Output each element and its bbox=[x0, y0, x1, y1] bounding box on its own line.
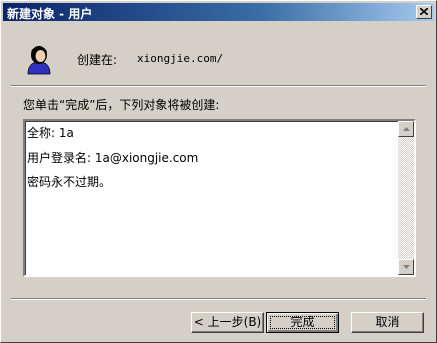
arrow-up-icon bbox=[403, 127, 410, 131]
user-icon bbox=[27, 46, 51, 75]
cancel-button-label: 取消 bbox=[375, 315, 400, 329]
scroll-up-button[interactable] bbox=[398, 121, 414, 137]
summary-textbox[interactable]: 全称: 1a 用户登录名: 1a@xiongjie.com 密码永不过期。 bbox=[23, 119, 416, 277]
title-bar[interactable]: 新建对象 - 用户 bbox=[3, 3, 434, 21]
close-icon bbox=[420, 8, 428, 15]
scroll-down-button[interactable] bbox=[398, 259, 414, 275]
new-object-user-dialog: 新建对象 - 用户 创建在: xiongjie.com/ 您单击“完成”后，下列… bbox=[0, 0, 437, 343]
create-in-path: xiongjie.com/ bbox=[137, 52, 224, 65]
arrow-down-icon bbox=[403, 265, 410, 269]
window-title: 新建对象 - 用户 bbox=[7, 7, 93, 21]
vertical-scrollbar[interactable] bbox=[398, 121, 414, 275]
footer-divider bbox=[11, 298, 426, 300]
summary-line-fullname: 全称: 1a bbox=[27, 126, 74, 140]
cancel-button[interactable]: 取消 bbox=[351, 312, 424, 333]
summary-line-password: 密码永不过期。 bbox=[27, 175, 112, 189]
instruction-text: 您单击“完成”后，下列对象将被创建: bbox=[23, 98, 220, 112]
finish-button[interactable]: 完成 bbox=[266, 312, 339, 333]
create-in-label: 创建在: bbox=[77, 53, 118, 67]
focus-rect bbox=[270, 316, 335, 329]
back-button[interactable]: < 上一步(B) bbox=[191, 312, 264, 333]
summary-line-logon: 用户登录名: 1a@xiongjie.com bbox=[27, 151, 199, 165]
close-button[interactable] bbox=[416, 5, 432, 19]
back-button-label: < 上一步(B) bbox=[193, 315, 262, 329]
header-divider bbox=[11, 85, 426, 87]
